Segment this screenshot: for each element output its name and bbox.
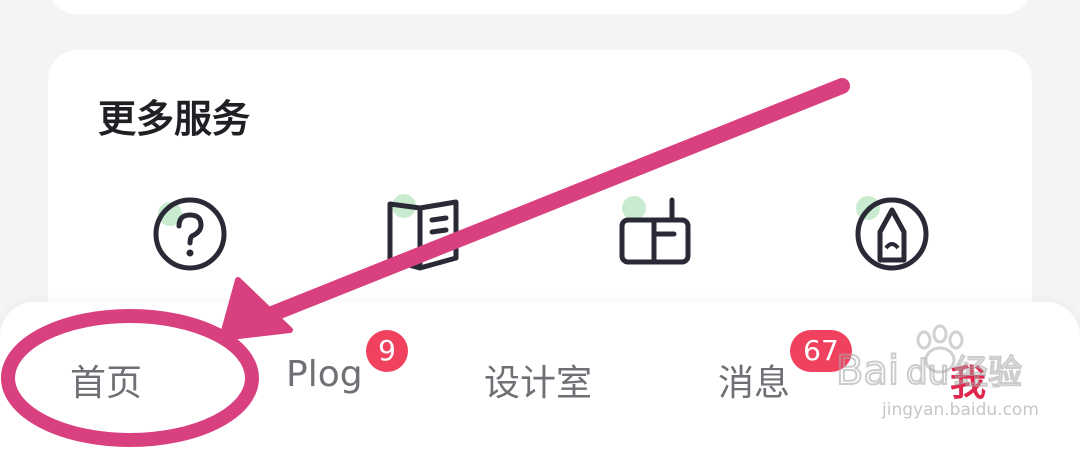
tab-home[interactable]: 首页 <box>70 354 142 406</box>
services-title: 更多服务 <box>98 97 251 141</box>
previous-card <box>48 0 1032 14</box>
plog-badge: 9 <box>366 330 408 372</box>
book-guide-icon[interactable] <box>384 194 464 278</box>
svg-text:du: du <box>906 353 949 393</box>
svg-text:经验: 经验 <box>954 353 1022 393</box>
help-question-icon[interactable] <box>150 197 230 278</box>
mailbox-icon[interactable] <box>618 196 698 278</box>
baidu-paw-logo: Bai du 经验 <box>835 324 1023 395</box>
tab-messages[interactable]: 消息 <box>718 354 790 406</box>
watermark-url: jingyan.baidu.com <box>882 400 1039 420</box>
svg-text:Bai: Bai <box>836 348 899 394</box>
tab-design-studio[interactable]: 设计室 <box>484 354 592 406</box>
tab-plog[interactable]: Plog <box>286 354 363 395</box>
pen-tip-icon[interactable] <box>852 196 932 278</box>
